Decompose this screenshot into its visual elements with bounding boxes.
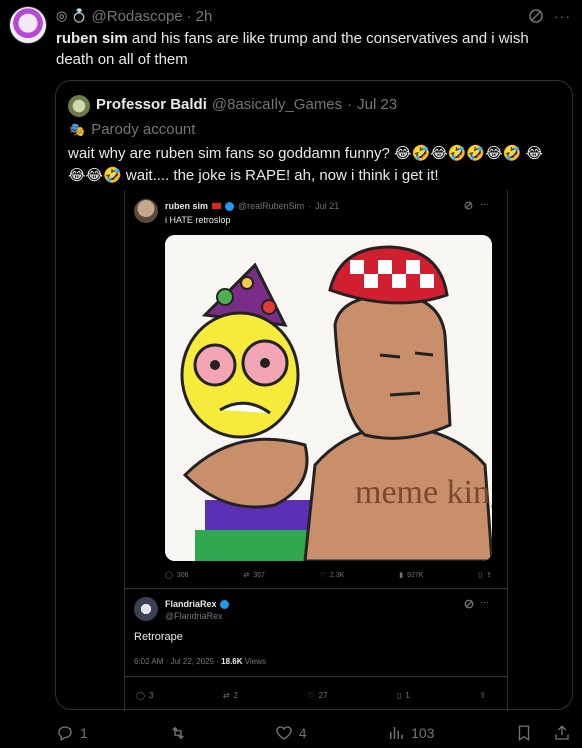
quote-author-name: Professor Baldi <box>96 95 207 113</box>
share-icon: ⇪ <box>479 690 486 700</box>
repost-button[interactable] <box>168 723 194 743</box>
views-button[interactable]: 103 <box>387 723 434 743</box>
share-icon[interactable] <box>553 724 571 742</box>
reply-grok-icon <box>464 599 474 609</box>
repost-icon: ⇄ <box>222 690 230 700</box>
post-actions-bar: 1 4 103 <box>56 723 571 743</box>
inner-grok-icon <box>464 201 473 210</box>
meme-image: meme king <box>165 235 492 561</box>
inner-bookmark-share: ▯ ⇪ <box>478 569 492 581</box>
reply-author-handle: @FlandriaRex <box>165 611 223 621</box>
parody-label: 🎭 Parody account <box>69 121 195 138</box>
reply-reply-stat: ◯ 3 <box>136 690 154 700</box>
meme-illustration: meme king <box>165 235 492 561</box>
inner-text: i HATE retroslop <box>165 215 231 225</box>
bookmark-share-group <box>515 723 571 743</box>
reply-bookmark-stat: ▯ 1 <box>396 690 410 700</box>
reply-more-icon: ··· <box>480 597 489 607</box>
grok-icon: ◎ <box>56 8 68 23</box>
post-text-bold: ruben sim <box>56 30 128 47</box>
inner-more-icon: ··· <box>480 199 489 209</box>
mask-icon: 🎭 <box>69 121 86 137</box>
inner-views-stat: ▮ 927K <box>399 571 424 580</box>
reply-like-stat: ♡ 27 <box>307 690 328 700</box>
more-options-icon[interactable]: ··· <box>554 8 571 24</box>
divider <box>125 676 507 677</box>
reply-share: ⇪ <box>479 689 486 701</box>
inner-avatar <box>134 199 158 223</box>
inner-actions-bar: ◯ 306 ⇄ 367 ♡ 2.3K ▮ 927K ▯ ⇪ <box>165 569 492 581</box>
share-icon: ⇪ <box>486 572 492 579</box>
like-button[interactable]: 4 <box>275 723 307 743</box>
reply-avatar <box>134 597 158 621</box>
heart-icon: ♡ <box>319 572 326 579</box>
heart-icon <box>276 726 292 740</box>
meme-caption: meme king <box>355 474 492 511</box>
reply-icon: ◯ <box>165 572 173 579</box>
quote-date: Jul 23 <box>357 95 398 113</box>
inner-repost-stat: ⇄ 367 <box>243 571 265 580</box>
reply-text: Retrorape <box>134 631 183 643</box>
bookmark-icon: ▯ <box>478 572 483 579</box>
heart-icon: ♡ <box>307 690 315 700</box>
post-text-rest: and his fans are like trump and the cons… <box>56 30 529 68</box>
reply-author-name: FlandriaRex <box>165 599 217 609</box>
quote-text: wait why are ruben sim fans so goddamn f… <box>68 145 543 184</box>
post-text: ruben sim and his fans are like trump an… <box>56 28 556 70</box>
verified-icon <box>225 201 235 211</box>
inner-header: ruben sim @realRubenSim · Jul 21 <box>165 201 340 211</box>
divider <box>125 588 507 589</box>
views-icon <box>390 727 403 739</box>
author-avatar[interactable] <box>9 6 47 44</box>
grok-action-icon[interactable] <box>528 8 544 24</box>
reply-icon: ◯ <box>136 690 145 700</box>
quote-header: Professor Baldi @8asicaIly_Games · Jul 2… <box>96 95 398 113</box>
bookmark-icon[interactable] <box>515 724 533 742</box>
reply-button[interactable]: 1 <box>56 723 88 743</box>
reply-author: FlandriaRex <box>165 599 229 609</box>
reply-repost-stat: ⇄ 2 <box>222 690 238 700</box>
post-header: ◎ 💍 @Rodascope · 2h <box>56 7 213 25</box>
post-time[interactable]: 2h <box>196 8 213 25</box>
inner-date: Jul 21 <box>315 201 340 211</box>
bookmark-icon: ▯ <box>396 690 402 700</box>
repost-icon: ⇄ <box>243 572 250 579</box>
inner-reply-stat: ◯ 306 <box>165 571 189 580</box>
views-icon: ▮ <box>399 572 404 579</box>
inner-author-handle: @realRubenSim <box>238 201 305 211</box>
repost-icon <box>172 726 185 740</box>
parody-text: Parody account <box>91 121 196 138</box>
verified-icon <box>219 599 229 609</box>
inner-like-stat: ♡ 2.3K <box>319 571 345 580</box>
quote-author-handle: @8asicaIly_Games <box>211 95 343 113</box>
inner-author-name: ruben sim <box>165 201 209 211</box>
flag-icon <box>212 203 222 209</box>
reply-meta: 6:02 AM · Jul 22, 2025 · 18.6K Views <box>134 657 266 666</box>
reply-actions-bar: ◯ 3 ⇄ 2 ♡ 27 ▯ 1 ⇪ <box>136 689 486 701</box>
ring-icon: 💍 <box>71 8 88 23</box>
author-handle[interactable]: @Rodascope <box>92 8 183 25</box>
quote-avatar <box>68 95 90 117</box>
reply-icon <box>58 726 72 741</box>
